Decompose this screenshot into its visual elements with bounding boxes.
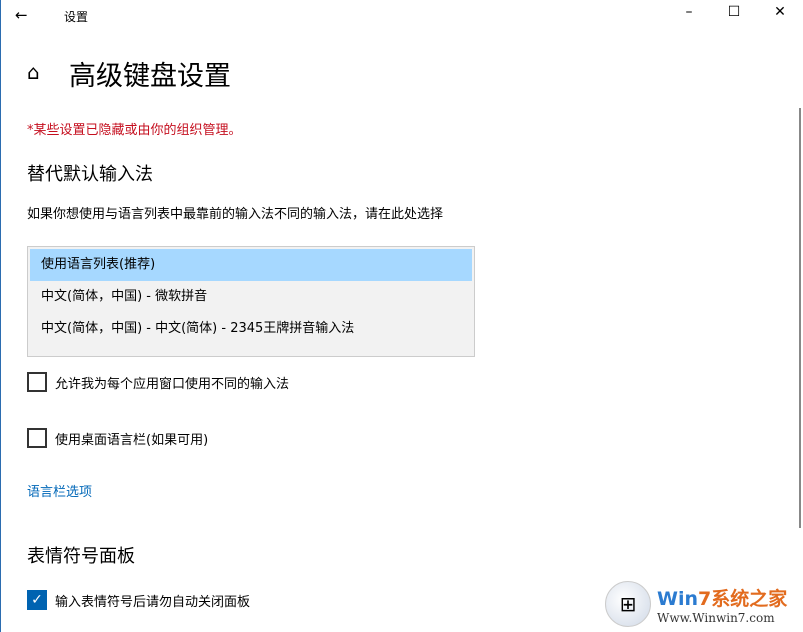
- input-method-option[interactable]: 中文(简体，中国) - 中文(简体) - 2345王牌拼音输入法: [30, 313, 472, 345]
- home-icon[interactable]: ⌂: [27, 60, 40, 84]
- emoji-heading: 表情符号面板: [27, 546, 135, 567]
- checkbox-box[interactable]: [27, 372, 47, 392]
- checkbox-label: 使用桌面语言栏(如果可用): [55, 432, 209, 448]
- managed-notice: *某些设置已隐藏或由你的组织管理。: [27, 123, 242, 138]
- watermark-brand-b: 7系统之家: [698, 587, 788, 610]
- language-bar-options-link[interactable]: 语言栏选项: [27, 481, 92, 500]
- input-method-option[interactable]: 中文(简体，中国) - 微软拼音: [30, 281, 472, 313]
- input-method-list[interactable]: 使用语言列表(推荐) 中文(简体，中国) - 微软拼音 中文(简体，中国) - …: [27, 246, 475, 357]
- watermark-brand-a: Win: [657, 587, 698, 610]
- scrollbar[interactable]: [799, 108, 801, 528]
- close-button[interactable]: ✕: [757, 4, 803, 20]
- back-button[interactable]: ←: [15, 6, 28, 24]
- watermark-url: Www.Winwin7.com: [657, 610, 775, 625]
- minimize-button[interactable]: –: [666, 4, 712, 20]
- maximize-button[interactable]: ☐: [711, 4, 757, 20]
- per-app-input-checkbox[interactable]: 允许我为每个应用窗口使用不同的输入法: [27, 372, 289, 392]
- emoji-panel-checkbox[interactable]: ✓ 输入表情符号后请勿自动关闭面板: [27, 590, 250, 610]
- override-heading: 替代默认输入法: [27, 164, 153, 185]
- checkbox-label: 输入表情符号后请勿自动关闭面板: [55, 594, 251, 610]
- input-method-option[interactable]: 使用语言列表(推荐): [30, 249, 472, 281]
- checkmark-icon[interactable]: ✓: [27, 590, 47, 610]
- watermark-logo: ⊞ Win7系统之家 Www.Winwin7.com: [605, 576, 803, 632]
- checkbox-label: 允许我为每个应用窗口使用不同的输入法: [55, 376, 290, 392]
- checkbox-box[interactable]: [27, 428, 47, 448]
- window-title: 设置: [64, 10, 89, 24]
- windows-logo-icon: ⊞: [605, 581, 651, 627]
- override-description: 如果你想使用与语言列表中最靠前的输入法不同的输入法，请在此处选择: [27, 207, 444, 222]
- desktop-language-bar-checkbox[interactable]: 使用桌面语言栏(如果可用): [27, 428, 208, 448]
- page-title: 高级键盘设置: [69, 61, 231, 92]
- title-bar: ← 设置 – ☐ ✕: [1, 0, 803, 32]
